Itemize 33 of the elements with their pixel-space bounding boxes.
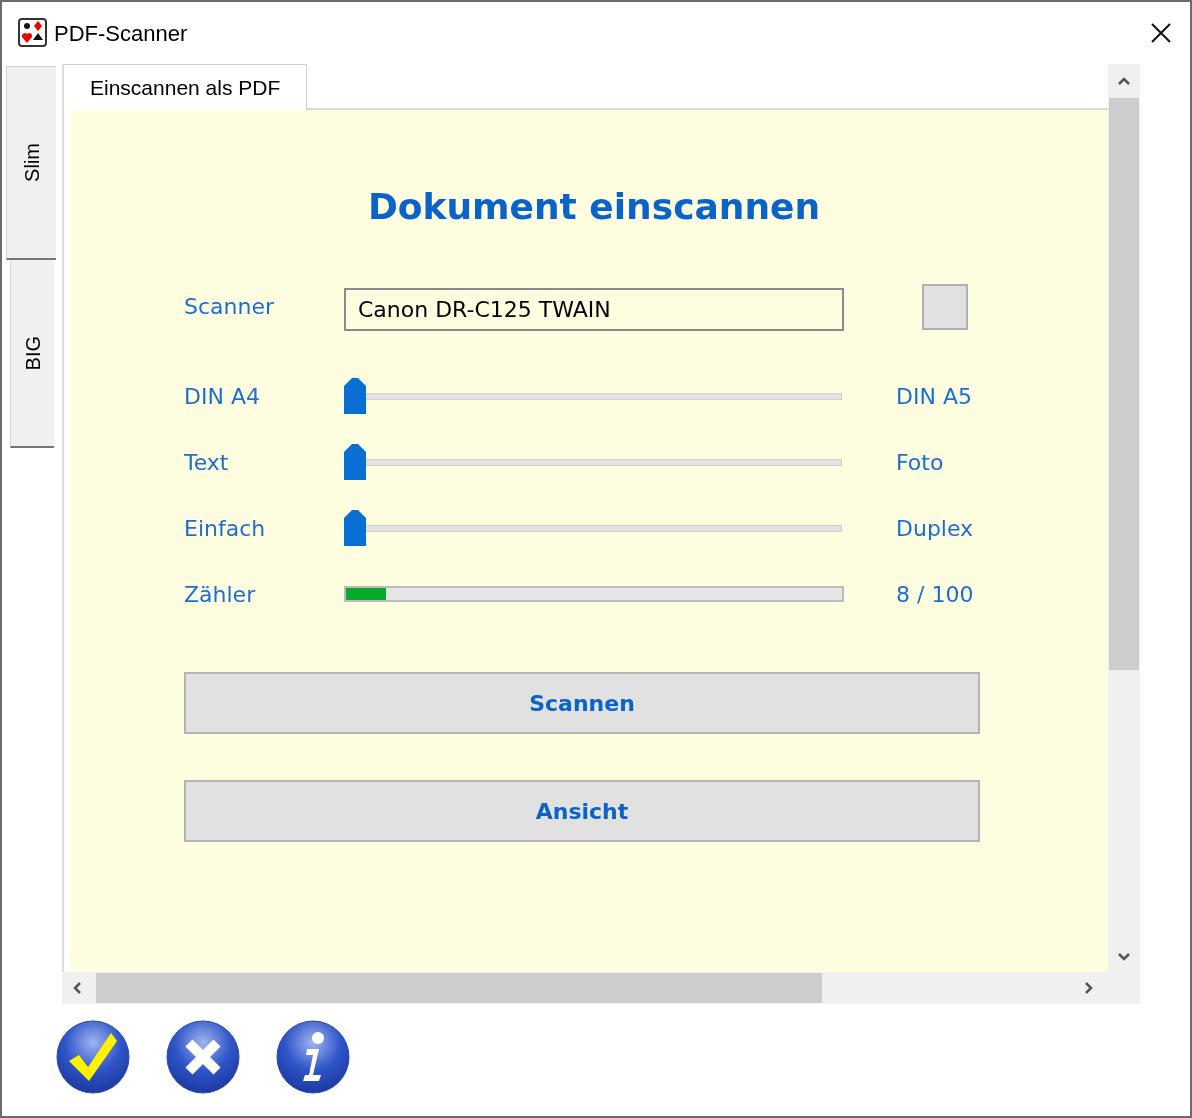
side-tab[interactable]: BIG — [10, 260, 54, 448]
heading: Dokument einscannen — [367, 185, 821, 229]
setting-label: Zähler — [184, 580, 257, 609]
setting-label: Einfach — [184, 514, 267, 543]
scrollbar-thumb[interactable] — [96, 973, 822, 1003]
setting-label: Text — [184, 448, 230, 477]
scrollbar-thumb[interactable] — [1109, 98, 1139, 670]
horizontal-scrollbar[interactable] — [62, 972, 1140, 1004]
action-button[interactable]: Ansicht — [184, 780, 980, 842]
chevron-left-icon[interactable] — [72, 981, 82, 995]
info-button-icon[interactable] — [275, 1019, 351, 1095]
scanner-label: Scanner — [184, 292, 275, 321]
close-icon[interactable] — [1150, 22, 1172, 44]
slider-thumb[interactable] — [344, 378, 366, 414]
side-tab[interactable]: Slim — [6, 66, 56, 260]
chevron-right-icon[interactable] — [1084, 981, 1094, 995]
slider-thumb[interactable] — [344, 510, 366, 546]
setting-value: 8 / 100 — [896, 580, 974, 609]
action-button[interactable]: Scannen — [184, 672, 980, 734]
chevron-up-icon[interactable] — [1117, 76, 1131, 86]
chevron-down-icon[interactable] — [1117, 952, 1131, 962]
playing-cards-icon — [18, 18, 48, 48]
setting-value: Duplex — [896, 514, 974, 543]
slider-thumb[interactable] — [344, 444, 366, 480]
window-title: PDF-Scanner — [54, 19, 188, 48]
scanner-field[interactable]: Canon DR-C125 TWAIN — [344, 287, 844, 331]
tab[interactable]: Einscannen als PDF — [64, 64, 308, 110]
setting-value: Foto — [896, 448, 944, 477]
setting-value: DIN A5 — [896, 382, 972, 411]
checkmark-button-icon[interactable] — [55, 1019, 131, 1095]
vertical-scrollbar[interactable] — [1108, 64, 1140, 972]
setting-label: DIN A4 — [184, 382, 261, 411]
close-button-icon[interactable] — [165, 1019, 241, 1095]
